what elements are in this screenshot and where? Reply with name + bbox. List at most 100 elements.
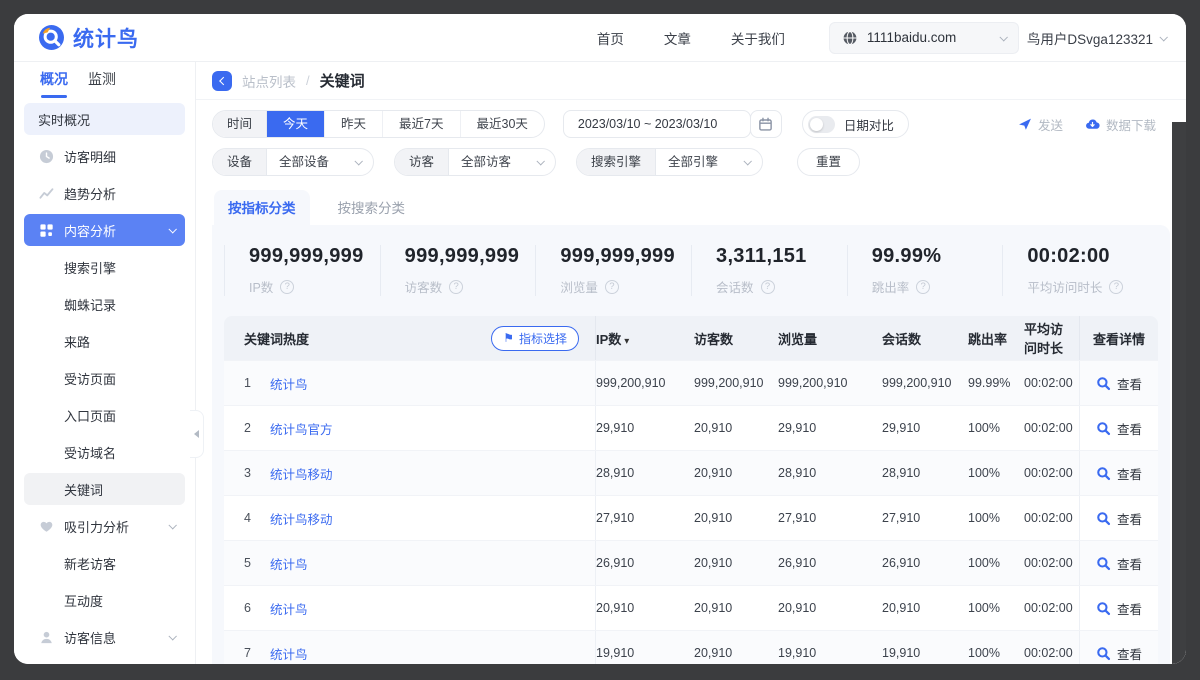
sidebar-item-入口页面[interactable]: 入口页面 [24, 399, 185, 431]
cell-pageviews: 27,910 [778, 511, 882, 525]
sidebar-item-蜘蛛记录[interactable]: 蜘蛛记录 [24, 288, 185, 320]
engine-filter[interactable]: 搜索引擎 全部引擎 [576, 148, 763, 176]
device-filter[interactable]: 设备 全部设备 [212, 148, 374, 176]
sidebar-item-来路[interactable]: 来路 [24, 325, 185, 357]
rank-number: 2 [244, 421, 270, 435]
category-tabs: 按指标分类按搜索分类 [212, 190, 1170, 225]
view-detail-button[interactable]: 查看 [1079, 586, 1158, 630]
view-detail-button[interactable]: 查看 [1079, 406, 1158, 450]
rank-number: 5 [244, 556, 270, 570]
sidebar-item-label: 来路 [64, 332, 90, 351]
reset-button[interactable]: 重置 [797, 148, 860, 176]
column-header-IP数[interactable]: IP数▾ [596, 329, 694, 348]
site-selector[interactable]: 1111baidu.com [829, 22, 1019, 54]
magnifier-icon [1096, 556, 1111, 571]
send-button[interactable]: 发送 [1018, 115, 1063, 134]
keyword-link[interactable]: 统计鸟 [270, 554, 308, 573]
view-label: 查看 [1117, 374, 1142, 393]
view-label: 查看 [1117, 554, 1142, 573]
help-icon[interactable]: ? [1109, 280, 1123, 294]
magnifier-icon [1096, 511, 1111, 526]
stat-label-text: 平均访问时长 [1027, 277, 1102, 296]
keyword-cell: 3统计鸟移动 [224, 451, 596, 495]
view-detail-button[interactable]: 查看 [1079, 451, 1158, 495]
view-detail-button[interactable]: 查看 [1079, 361, 1158, 405]
help-icon[interactable]: ? [449, 280, 463, 294]
clock-icon [38, 148, 54, 164]
time-option-最近30天[interactable]: 最近30天 [461, 111, 544, 137]
sidebar-item-实时概况[interactable]: 实时概况 [24, 103, 185, 135]
chevron-down-icon [744, 157, 752, 165]
user-menu[interactable]: 鸟用户DSvga123321 [1027, 28, 1166, 48]
chevron-down-icon [168, 521, 176, 529]
sidebar-item-访客信息[interactable]: 访客信息 [24, 621, 185, 653]
sidebar-item-搜索引擎[interactable]: 搜索引擎 [24, 251, 185, 283]
chevron-down-icon [1159, 33, 1167, 41]
calendar-icon [758, 117, 773, 132]
sidebar-item-新老访客[interactable]: 新老访客 [24, 547, 185, 579]
scrollbar[interactable] [1172, 122, 1186, 664]
column-header-访客数[interactable]: 访客数 [694, 329, 778, 348]
cell-visitors: 999,200,910 [694, 376, 778, 390]
metric-select-button[interactable]: ⚑ 指标选择 [491, 326, 579, 351]
sidebar-item-互动度[interactable]: 互动度 [24, 584, 185, 616]
breadcrumb-site-list[interactable]: 站点列表 [242, 71, 296, 91]
time-option-今天[interactable]: 今天 [267, 111, 325, 137]
column-header-跳出率[interactable]: 跳出率 [968, 329, 1024, 348]
sidebar-item-受访页面[interactable]: 受访页面 [24, 362, 185, 394]
visitor-filter[interactable]: 访客 全部访客 [394, 148, 556, 176]
tab-按指标分类[interactable]: 按指标分类 [214, 190, 310, 225]
keyword-link[interactable]: 统计鸟 [270, 374, 308, 393]
keyword-link[interactable]: 统计鸟 [270, 599, 308, 618]
tab-按搜索分类[interactable]: 按搜索分类 [324, 190, 420, 225]
keyword-link[interactable]: 统计鸟 [270, 644, 308, 663]
cell-sessions: 28,910 [882, 466, 968, 480]
column-header-会话数[interactable]: 会话数 [882, 329, 968, 348]
keyword-link[interactable]: 统计鸟移动 [270, 464, 333, 483]
help-icon[interactable]: ? [761, 280, 775, 294]
view-detail-button[interactable]: 查看 [1079, 631, 1158, 664]
app-logo[interactable]: 统计鸟 [38, 23, 139, 53]
rank-number: 6 [244, 601, 270, 615]
keyword-link[interactable]: 统计鸟官方 [270, 419, 333, 438]
column-header-平均访问时长[interactable]: 平均访问时长 [1024, 319, 1079, 357]
rank-number: 4 [244, 511, 270, 525]
user-name: 鸟用户DSvga123321 [1027, 28, 1153, 48]
sidebar-item-访客明细[interactable]: 访客明细 [24, 140, 185, 172]
sidebar-tab-概况[interactable]: 概况 [40, 69, 68, 91]
date-range-input[interactable]: 2023/03/10 ~ 2023/03/10 [563, 110, 751, 138]
sidebar-item-label: 受访页面 [64, 369, 116, 388]
top-nav-item-3[interactable]: 关于我们 [731, 28, 785, 48]
sidebar-item-受访域名[interactable]: 受访域名 [24, 436, 185, 468]
time-option-最近7天[interactable]: 最近7天 [383, 111, 460, 137]
keyword-link[interactable]: 统计鸟移动 [270, 509, 333, 528]
cell-visitors: 20,910 [694, 466, 778, 480]
view-detail-button[interactable]: 查看 [1079, 496, 1158, 540]
view-detail-button[interactable]: 查看 [1079, 541, 1158, 585]
main-content: 时间 今天昨天最近7天最近30天 2023/03/10 ~ 2023/03/10 [196, 100, 1186, 664]
stat-浏览量: 999,999,999浏览量? [535, 245, 691, 296]
stat-平均访问时长: 00:02:00平均访问时长? [1002, 245, 1158, 296]
date-compare-pill: 日期对比 [802, 110, 909, 138]
sidebar-item-吸引力分析[interactable]: 吸引力分析 [24, 510, 185, 542]
column-header-浏览量[interactable]: 浏览量 [778, 329, 882, 348]
help-icon[interactable]: ? [916, 280, 930, 294]
sidebar-item-内容分析[interactable]: 内容分析 [24, 214, 185, 246]
sidebar-item-趋势分析[interactable]: 趋势分析 [24, 177, 185, 209]
sidebar-item-label: 受访域名 [64, 443, 116, 462]
date-compare-toggle[interactable] [808, 116, 835, 133]
sidebar-item-关键词[interactable]: 关键词 [24, 473, 185, 505]
sidebar-tab-监测[interactable]: 监测 [88, 69, 116, 91]
top-nav-item-2[interactable]: 文章 [664, 28, 691, 48]
rank-number: 3 [244, 466, 270, 480]
data-download-button[interactable]: 数据下载 [1085, 115, 1156, 134]
calendar-button[interactable] [750, 110, 782, 138]
back-button[interactable] [212, 71, 232, 91]
time-option-昨天[interactable]: 昨天 [325, 111, 383, 137]
top-nav-item-1[interactable]: 首页 [597, 28, 624, 48]
help-icon[interactable]: ? [605, 280, 619, 294]
app-header: 统计鸟 首页 文章 关于我们 1111baidu.com 鸟用户DSvga12332… [14, 14, 1186, 62]
help-icon[interactable]: ? [280, 280, 294, 294]
keyword-cell: 7统计鸟 [224, 631, 596, 664]
sidebar-collapse-handle[interactable] [190, 410, 204, 458]
